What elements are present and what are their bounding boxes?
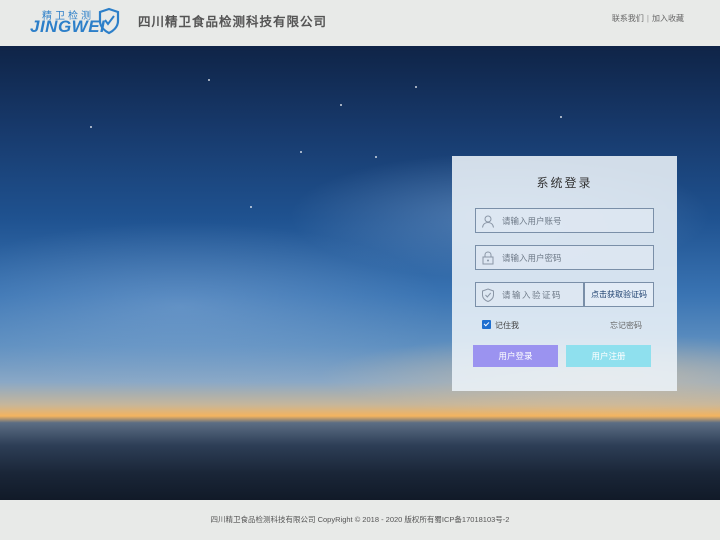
star xyxy=(340,104,342,106)
star xyxy=(415,86,417,88)
remember-me-label: 记住我 xyxy=(495,321,519,330)
checkbox-checked-icon[interactable] xyxy=(482,320,491,329)
contact-us-link[interactable]: 联系我们 xyxy=(612,14,644,23)
password-input[interactable] xyxy=(502,250,642,266)
logo-en-text: JINGWEI xyxy=(30,17,106,36)
top-links: 联系我们 | 加入收藏 xyxy=(612,13,684,24)
remember-me-checkbox[interactable]: 记住我 xyxy=(482,320,519,331)
captcha-field[interactable] xyxy=(475,282,584,307)
footer-copyright: 四川精卫食品检测科技有限公司 CopyRight © 2018 - 2020 版… xyxy=(0,500,720,540)
star xyxy=(300,151,302,153)
star xyxy=(375,156,377,158)
register-button[interactable]: 用户注册 xyxy=(566,345,651,367)
shield-check-icon xyxy=(482,288,494,302)
forgot-password-link[interactable]: 忘记密码 xyxy=(610,320,642,331)
company-logo[interactable]: 精卫检测 JINGWEI xyxy=(28,5,124,39)
link-separator: | xyxy=(646,14,649,23)
header-bar: 精卫检测 JINGWEI 四川精卫食品检测科技有限公司 联系我们 | 加入收藏 xyxy=(0,0,720,46)
login-panel: 系统登录 点击获取验证码 记住我 忘记密码 用户登录 用户注册 xyxy=(452,156,677,391)
star xyxy=(90,126,92,128)
password-field[interactable] xyxy=(475,245,654,270)
username-input[interactable] xyxy=(502,213,642,229)
add-favorite-link[interactable]: 加入收藏 xyxy=(652,14,684,23)
lock-icon xyxy=(482,251,494,265)
get-captcha-button[interactable]: 点击获取验证码 xyxy=(584,282,654,307)
star xyxy=(208,79,210,81)
username-field[interactable] xyxy=(475,208,654,233)
login-button[interactable]: 用户登录 xyxy=(473,345,558,367)
shield-logo-icon xyxy=(98,7,120,35)
company-name: 四川精卫食品检测科技有限公司 xyxy=(138,15,328,29)
login-title: 系统登录 xyxy=(536,176,593,190)
star xyxy=(560,116,562,118)
star xyxy=(250,206,252,208)
user-icon xyxy=(482,215,494,228)
captcha-input[interactable] xyxy=(502,287,582,303)
